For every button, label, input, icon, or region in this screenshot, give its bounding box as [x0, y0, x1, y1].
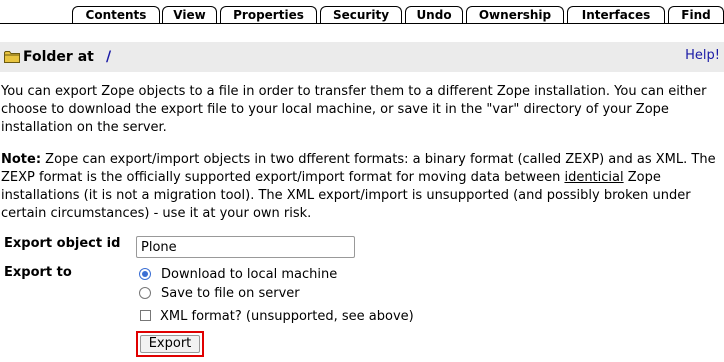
note-text: Note: Zope can export/import objects in … — [1, 151, 723, 223]
folder-icon — [4, 51, 20, 63]
download-radio[interactable] — [139, 268, 151, 280]
tab-divider — [0, 23, 724, 24]
tab-security[interactable]: Security — [320, 6, 402, 23]
note-underlined-word: identicial — [564, 170, 624, 185]
location-label: Folder at — [23, 49, 94, 65]
tab-find[interactable]: Find — [668, 6, 724, 23]
export-button[interactable]: Export — [140, 335, 200, 353]
tab-ownership[interactable]: Ownership — [466, 6, 564, 23]
xml-format-checkbox[interactable] — [140, 310, 151, 321]
tab-view[interactable]: View — [162, 6, 217, 23]
export-button-highlight: Export — [136, 331, 204, 357]
export-object-id-input[interactable] — [136, 236, 355, 258]
intro-text: You can export Zope objects to a file in… — [1, 84, 707, 135]
export-object-id-label: Export object id — [4, 236, 121, 251]
note-label: Note: — [1, 152, 42, 167]
tab-undo[interactable]: Undo — [405, 6, 463, 23]
download-option-label: Download to local machine — [161, 267, 338, 282]
export-to-label: Export to — [4, 265, 72, 280]
tab-contents[interactable]: Contents — [72, 6, 160, 23]
save-server-option-label: Save to file on server — [161, 286, 300, 301]
help-link[interactable]: Help! — [685, 48, 720, 63]
xml-format-label: XML format? (unsupported, see above) — [160, 309, 414, 324]
tab-properties[interactable]: Properties — [220, 6, 317, 23]
location-path-link[interactable]: / — [106, 49, 111, 65]
tab-interfaces[interactable]: Interfaces — [567, 6, 665, 23]
tab-bar: Contents View Properties Security Undo O… — [0, 0, 724, 24]
save-server-radio[interactable] — [139, 287, 151, 299]
location-header: Folder at / Help! — [0, 42, 724, 72]
